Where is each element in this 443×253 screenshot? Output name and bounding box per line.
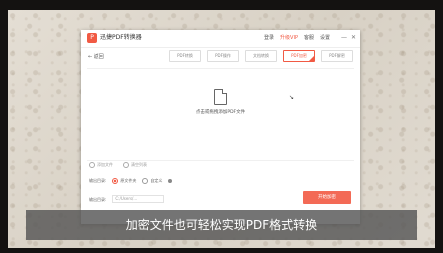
start-button[interactable]: 开始加密 [303,191,351,204]
output-option-original-label: 原文件夹 [120,178,137,183]
path-label: 输出目录: [89,196,107,202]
output-label: 输出目录: [89,178,107,183]
menu-item-service[interactable]: 客服 [304,33,314,43]
tab-doc-convert[interactable]: 文档转换 [245,50,277,62]
drop-zone-text: 点击或拖拽添加PDF文件 [195,110,246,115]
caption-bar: 加密文件也可轻松实现PDF格式转换 [26,210,417,240]
top-menu: 登录 升级VIP 客服 设置 [264,33,330,43]
window-controls: — ✕ [341,33,356,43]
radio-selected-icon [112,178,119,184]
title-bar: P 迅捷PDF转换器 登录 升级VIP 客服 设置 — ✕ [81,30,360,48]
clear-list-button[interactable]: 清空列表 [123,161,147,168]
output-option-custom[interactable]: 自定义 [142,177,162,184]
minimize-icon[interactable]: — [341,33,347,43]
menu-item-upgrade[interactable]: 升级VIP [280,33,298,43]
menu-item-login[interactable]: 登录 [264,33,274,43]
document-icon [214,89,227,105]
radio-icon [142,178,149,184]
tab-pdf-operate[interactable]: PDF操作 [207,50,239,62]
file-drop-zone[interactable]: 点击或拖拽添加PDF文件 ↘ [87,68,354,161]
tab-pdf-convert[interactable]: PDF转换 [169,50,201,62]
clear-icon [123,162,129,168]
caption-text: 加密文件也可轻松实现PDF格式转换 [125,218,318,232]
add-file-label: 添加文件 [97,162,113,167]
output-option-custom-label: 自定义 [150,178,163,183]
app-window: P 迅捷PDF转换器 登录 升级VIP 客服 设置 — ✕ ← 返回 PDF转换… [81,30,360,224]
clear-list-label: 清空列表 [131,162,147,167]
output-path-field[interactable]: C:/Users/... [112,195,165,203]
tab-pdf-encrypt[interactable]: PDF加密 [283,50,315,62]
add-icon [89,162,95,168]
app-logo-icon: P [87,33,97,43]
output-path-row: 输出目录: C:/Users/... [89,195,165,203]
tab-pdf-decrypt[interactable]: PDF解密 [321,50,353,62]
back-button[interactable]: ← 返回 [88,53,104,61]
file-actions: 添加文件 清空列表 [89,161,147,168]
output-options-row: 输出目录: 原文件夹 自定义 [89,177,173,184]
help-icon[interactable] [168,178,173,183]
add-file-button[interactable]: 添加文件 [89,161,113,168]
menu-item-settings[interactable]: 设置 [320,33,330,43]
close-icon[interactable]: ✕ [351,33,356,43]
app-title: 迅捷PDF转换器 [100,34,142,41]
mouse-cursor-icon: ↘ [289,94,295,101]
tab-bar: PDF转换 PDF操作 文档转换 PDF加密 PDF解密 [169,50,353,62]
output-option-original[interactable]: 原文件夹 [112,177,136,184]
